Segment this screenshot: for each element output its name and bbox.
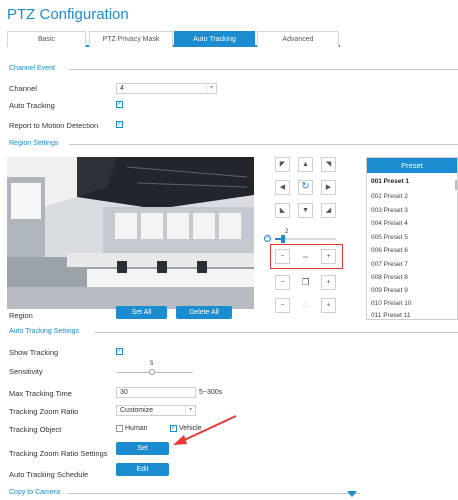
tracking-object-label: Tracking Object [9, 425, 62, 434]
section-channel-event: Channel Event [7, 64, 458, 74]
pan-down-left-button[interactable]: ◣ [275, 203, 290, 218]
report-motion-label: Report to Motion Detection [9, 121, 99, 130]
auto-tracking-schedule-label: Auto Tracking Schedule [9, 470, 89, 479]
focus-icon: ❐ [301, 277, 310, 287]
preset-item[interactable]: 007 Preset 7 [371, 261, 408, 268]
pan-right-button[interactable]: ▶ [321, 180, 336, 195]
zoom-ratio-label: Tracking Zoom Ratio [9, 407, 79, 416]
section-header: Channel Event [9, 64, 59, 74]
section-header: Region Settings [9, 139, 63, 149]
preset-item[interactable]: 004 Preset 4 [371, 220, 408, 227]
delete-all-button[interactable]: Delete All [176, 306, 232, 319]
max-tracking-time-input[interactable]: 30 [116, 387, 196, 398]
office-scene-image [7, 157, 254, 309]
channel-value: 4 [120, 85, 124, 92]
set-all-button[interactable]: Set All [116, 306, 167, 319]
auto-tracking-checkbox[interactable]: ✓ [116, 101, 123, 108]
preset-item[interactable]: 001 Preset 1 [371, 178, 409, 185]
show-tracking-checkbox[interactable]: ✓ [116, 348, 123, 355]
tab-basic[interactable]: Basic [7, 31, 86, 47]
preset-header: Preset [367, 158, 457, 173]
pan-up-left-button[interactable]: ◤ [275, 157, 290, 172]
tab-bar: Basic PTZ Privacy Mask Auto Tracking Adv… [7, 31, 340, 47]
zoom-out-button[interactable]: − [275, 249, 290, 264]
set-button[interactable]: Set [116, 442, 169, 455]
section-header: Copy to Camera [9, 488, 64, 498]
section-region-settings: Region Settings [7, 139, 458, 149]
show-tracking-label: Show Tracking [9, 348, 59, 357]
preset-item[interactable]: 006 Preset 6 [371, 247, 408, 254]
pan-up-right-button[interactable]: ◥ [321, 157, 336, 172]
region-label: Region [9, 311, 33, 320]
focus-plus-button[interactable]: + [321, 275, 336, 290]
preset-item[interactable]: 002 Preset 2 [371, 193, 408, 200]
section-copy-to-camera[interactable]: Copy to Camera [7, 488, 458, 498]
sensitivity-value: 5 [150, 361, 154, 367]
pan-left-button[interactable]: ◀ [275, 180, 290, 195]
iris-icon: ◌ [302, 300, 309, 310]
channel-select[interactable]: 4 ▾ [116, 83, 217, 94]
tab-ptz-privacy-mask[interactable]: PTZ Privacy Mask [89, 31, 173, 47]
section-auto-tracking-settings: Auto Tracking Settings [7, 327, 458, 337]
camera-preview[interactable] [7, 157, 254, 309]
auto-tracking-label: Auto Tracking [9, 101, 55, 110]
speed-value: 2 [285, 229, 289, 235]
chevron-down-icon: ▾ [206, 84, 216, 93]
zoom-ratio-settings-label: Tracking Zoom Ratio Settings [9, 449, 108, 458]
report-motion-checkbox[interactable]: ✓ [116, 121, 123, 128]
speed-slider-handle[interactable] [281, 235, 285, 243]
channel-label: Channel [9, 84, 37, 93]
human-checkbox[interactable] [116, 425, 123, 432]
max-tracking-time-range: 5~300s [199, 389, 223, 396]
preset-item[interactable]: 011 Preset 11 [371, 312, 411, 319]
iris-plus-button[interactable]: + [321, 298, 336, 313]
zoom-icon: ⇔ [301, 251, 310, 261]
pan-down-button[interactable]: ▼ [298, 203, 313, 218]
tab-advanced[interactable]: Advanced [257, 31, 339, 47]
human-label: Human [125, 425, 148, 432]
auto-rotate-icon[interactable]: ↻ [298, 180, 313, 195]
preset-item[interactable]: 005 Preset 5 [371, 234, 408, 241]
focus-minus-button[interactable]: − [275, 275, 290, 290]
preset-item[interactable]: 008 Preset 8 [371, 274, 408, 281]
preset-list: Preset 001 Preset 1 002 Preset 2 003 Pre… [366, 157, 458, 320]
speed-icon: » [264, 235, 271, 242]
edit-button[interactable]: Edit [116, 463, 169, 476]
section-header: Auto Tracking Settings [9, 327, 84, 337]
expand-arrow-icon[interactable] [347, 491, 357, 497]
sensitivity-label: Sensitivity [9, 367, 43, 376]
preset-item[interactable]: 010 Preset 10 [371, 300, 412, 307]
preset-item[interactable]: 003 Preset 3 [371, 207, 408, 214]
preset-item[interactable]: 009 Preset 9 [371, 287, 408, 294]
max-tracking-time-label: Max Tracking Time [9, 389, 72, 398]
tab-auto-tracking[interactable]: Auto Tracking [174, 31, 255, 47]
annotation-arrow-icon [173, 415, 237, 445]
iris-minus-button[interactable]: − [275, 298, 290, 313]
zoom-in-button[interactable]: + [321, 249, 336, 264]
sensitivity-slider-handle[interactable] [149, 369, 155, 375]
zoom-ratio-value: Customize [120, 407, 154, 414]
pan-down-right-button[interactable]: ◢ [321, 203, 336, 218]
pan-up-button[interactable]: ▲ [298, 157, 313, 172]
page-title: PTZ Configuration [7, 6, 129, 23]
